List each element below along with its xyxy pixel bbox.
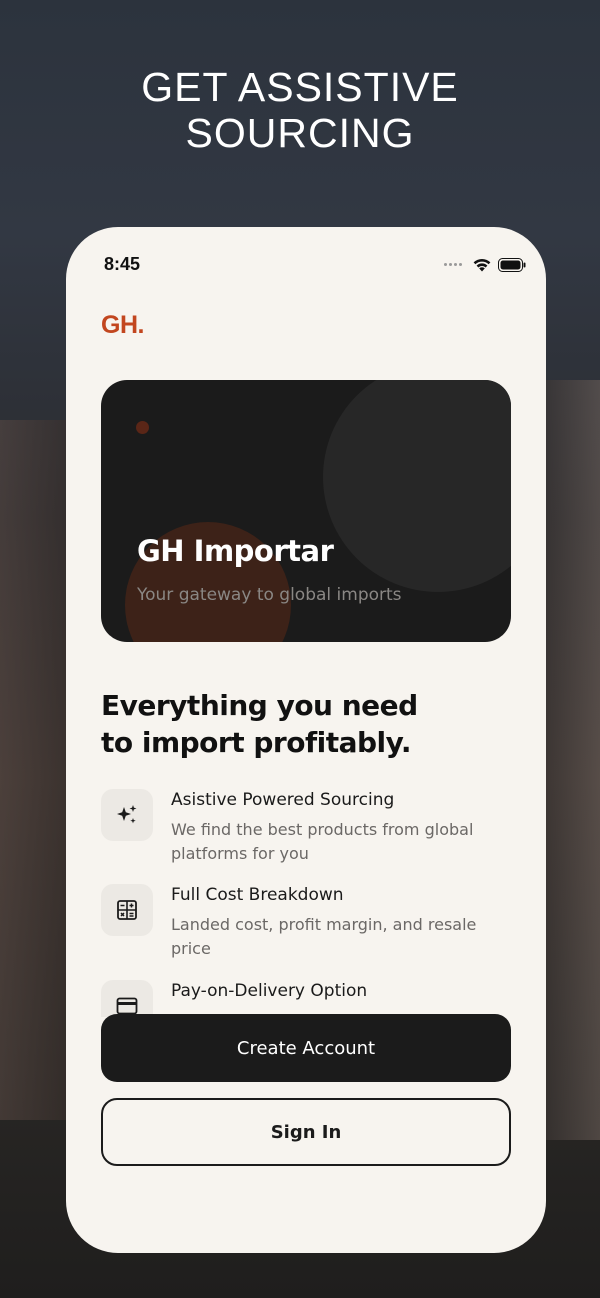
- feature-title: Asistive Powered Sourcing: [171, 790, 395, 810]
- feature-title: Pay-on-Delivery Option: [171, 981, 368, 1001]
- feature-description: We find the best products from global pl…: [171, 820, 474, 863]
- background-blur-right: [540, 380, 600, 1140]
- hero-decor-circle: [323, 380, 511, 592]
- status-time: 8:45: [104, 254, 141, 274]
- hero-decor-dot: [136, 421, 149, 434]
- promo-headline: GET ASSISTIVE SOURCING: [0, 64, 600, 156]
- hero-subtitle: Your gateway to global imports: [137, 585, 402, 605]
- feature-title: Full Cost Breakdown: [171, 885, 344, 905]
- feature-list: Asistive Powered Sourcing We find the be…: [101, 787, 521, 1017]
- wifi-icon: [473, 258, 491, 272]
- status-icons: [444, 257, 526, 272]
- sign-in-button[interactable]: Sign In: [101, 1098, 511, 1166]
- section-heading-line1: Everything you need: [101, 689, 418, 722]
- hero-title: GH Importar: [137, 534, 334, 568]
- sparkles-icon: [101, 789, 153, 841]
- promo-headline-line2: SOURCING: [185, 110, 415, 156]
- calculator-icon: [101, 884, 153, 936]
- cellular-signal-icon: [444, 263, 462, 266]
- brand-logo: GH.: [101, 311, 144, 339]
- feature-description: Landed cost, profit margin, and resale p…: [171, 915, 477, 958]
- hero-card: GH Importar Your gateway to global impor…: [101, 380, 511, 642]
- status-bar: 8:45: [66, 227, 546, 297]
- section-heading-line2: to import profitably.: [101, 726, 411, 759]
- promo-headline-line1: GET ASSISTIVE: [141, 64, 459, 110]
- background-blur-left: [0, 420, 70, 1120]
- section-heading: Everything you need to import profitably…: [101, 687, 521, 761]
- credit-card-icon: [101, 980, 153, 1017]
- create-account-button[interactable]: Create Account: [101, 1014, 511, 1082]
- battery-icon: [498, 257, 526, 272]
- phone-screen: 8:45 GH. GH Importar Your gateway to glo…: [66, 227, 546, 1253]
